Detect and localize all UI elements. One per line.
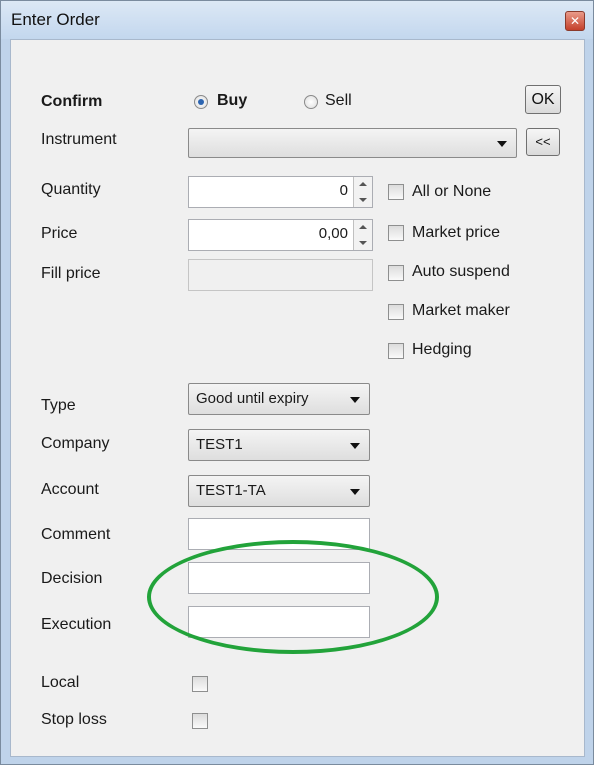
hedging-checkbox[interactable] <box>388 343 404 359</box>
company-label: Company <box>41 435 110 452</box>
quantity-spin-buttons[interactable] <box>353 177 372 207</box>
execution-label: Execution <box>41 616 112 633</box>
sell-radio[interactable] <box>304 95 318 109</box>
company-value: TEST1 <box>196 436 243 453</box>
quantity-stepper[interactable]: 0 <box>188 176 373 208</box>
order-form: Confirm Buy Sell OK Instrument << Quanti… <box>10 39 585 757</box>
auto-suspend-checkbox[interactable] <box>388 265 404 281</box>
local-checkbox[interactable] <box>192 676 208 692</box>
chevron-down-icon <box>497 141 507 147</box>
chevron-down-icon <box>350 489 360 495</box>
instrument-dropdown[interactable] <box>188 128 517 158</box>
price-spin-buttons[interactable] <box>353 220 372 250</box>
instrument-label: Instrument <box>41 131 117 148</box>
stop-loss-label: Stop loss <box>41 711 107 728</box>
fill-price-field <box>188 259 373 291</box>
type-dropdown[interactable]: Good until expiry <box>188 383 370 415</box>
market-maker-label[interactable]: Market maker <box>412 302 510 320</box>
enter-order-window: Enter Order ✕ Confirm Buy Sell OK Instru… <box>0 0 594 765</box>
buy-radio[interactable] <box>194 95 208 109</box>
price-stepper[interactable]: 0,00 <box>188 219 373 251</box>
account-label: Account <box>41 481 99 498</box>
buy-label[interactable]: Buy <box>217 92 247 110</box>
close-button[interactable]: ✕ <box>565 11 585 31</box>
expand-button[interactable]: << <box>526 128 560 156</box>
market-price-checkbox[interactable] <box>388 225 404 241</box>
fill-price-label: Fill price <box>41 265 101 282</box>
spin-down-icon[interactable] <box>359 241 367 245</box>
decision-field[interactable] <box>188 562 370 594</box>
spin-up-icon[interactable] <box>359 225 367 229</box>
auto-suspend-label[interactable]: Auto suspend <box>412 263 510 281</box>
local-label: Local <box>41 674 80 691</box>
company-dropdown[interactable]: TEST1 <box>188 429 370 461</box>
account-value: TEST1-TA <box>196 482 266 499</box>
price-label: Price <box>41 225 78 242</box>
decision-label: Decision <box>41 570 103 587</box>
type-value: Good until expiry <box>196 390 309 407</box>
title-bar[interactable]: Enter Order ✕ <box>1 1 593 39</box>
all-or-none-checkbox[interactable] <box>388 184 404 200</box>
hedging-label[interactable]: Hedging <box>412 341 472 359</box>
spin-up-icon[interactable] <box>359 182 367 186</box>
market-maker-checkbox[interactable] <box>388 304 404 320</box>
quantity-label: Quantity <box>41 181 101 198</box>
sell-label[interactable]: Sell <box>325 92 352 110</box>
account-dropdown[interactable]: TEST1-TA <box>188 475 370 507</box>
comment-label: Comment <box>41 526 111 543</box>
all-or-none-label[interactable]: All or None <box>412 183 491 201</box>
price-value: 0,00 <box>318 225 348 242</box>
market-price-label[interactable]: Market price <box>412 224 500 242</box>
ok-button[interactable]: OK <box>525 85 561 114</box>
chevron-down-icon <box>350 443 360 449</box>
stop-loss-checkbox[interactable] <box>192 713 208 729</box>
spin-down-icon[interactable] <box>359 198 367 202</box>
close-icon: ✕ <box>569 14 581 28</box>
comment-field[interactable] <box>188 518 370 550</box>
window-title: Enter Order <box>11 10 100 29</box>
confirm-label: Confirm <box>41 93 103 110</box>
execution-field[interactable] <box>188 606 370 638</box>
chevron-down-icon <box>350 397 360 403</box>
type-label: Type <box>41 397 76 414</box>
quantity-value: 0 <box>339 182 348 199</box>
